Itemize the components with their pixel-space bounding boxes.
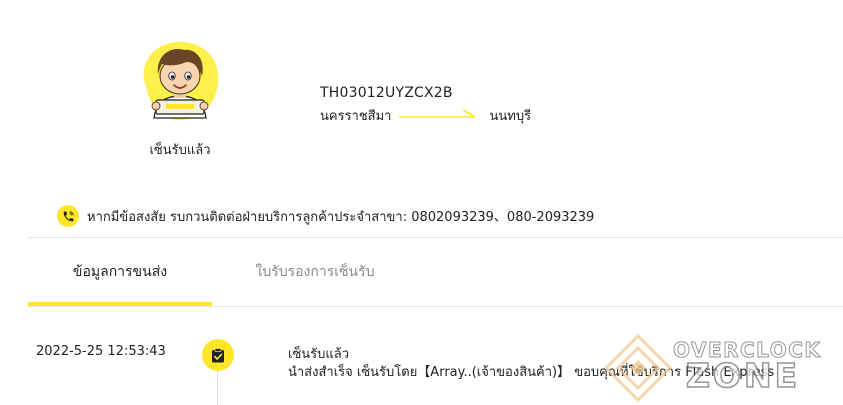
route-arrow-icon [399,109,476,118]
tab-shipping-info[interactable]: ข้อมูลการขนส่ง [28,238,212,306]
detail-tabs: ข้อมูลการขนส่ง ใบรับรองการเซ็นรับ [28,238,843,306]
delivery-status-label: เซ็นรับแล้ว [149,143,211,158]
timeline-marker [202,339,234,371]
mascot-illustration [143,41,219,121]
overclockzone-watermark: OVERCLOCK ZONE [600,330,843,405]
timeline-connector [217,370,218,405]
clipboard-check-icon [212,347,224,362]
tab-signature-certificate[interactable]: ใบรับรองการเซ็นรับ [232,238,398,306]
support-contact-text: หากมีข้อสงสัย รบกวนติดต่อฝ่ายบริการลูกค้… [87,209,595,225]
tabs-divider [28,306,843,307]
courier-avatar [136,36,224,124]
tracking-number: TH03012UYZCX2B [320,85,453,101]
route-destination: นนทบุรี [489,108,532,124]
tab-signature-certificate-label: ใบรับรองการเซ็นรับ [255,264,375,280]
support-contact-notice: หากมีข้อสงสัย รบกวนติดต่อฝ่ายบริการลูกค้… [57,205,594,227]
shipment-route: นครราชสีมา นนทบุรี [320,106,531,124]
timeline-timestamp: 2022-5-25 12:53:43 [36,344,166,359]
watermark-line2: ZONE [685,355,801,396]
route-origin: นครราชสีมา [320,108,392,124]
watermark-logo-icon [603,333,673,403]
tab-shipping-info-label: ข้อมูลการขนส่ง [72,264,168,280]
phone-icon [57,205,79,227]
